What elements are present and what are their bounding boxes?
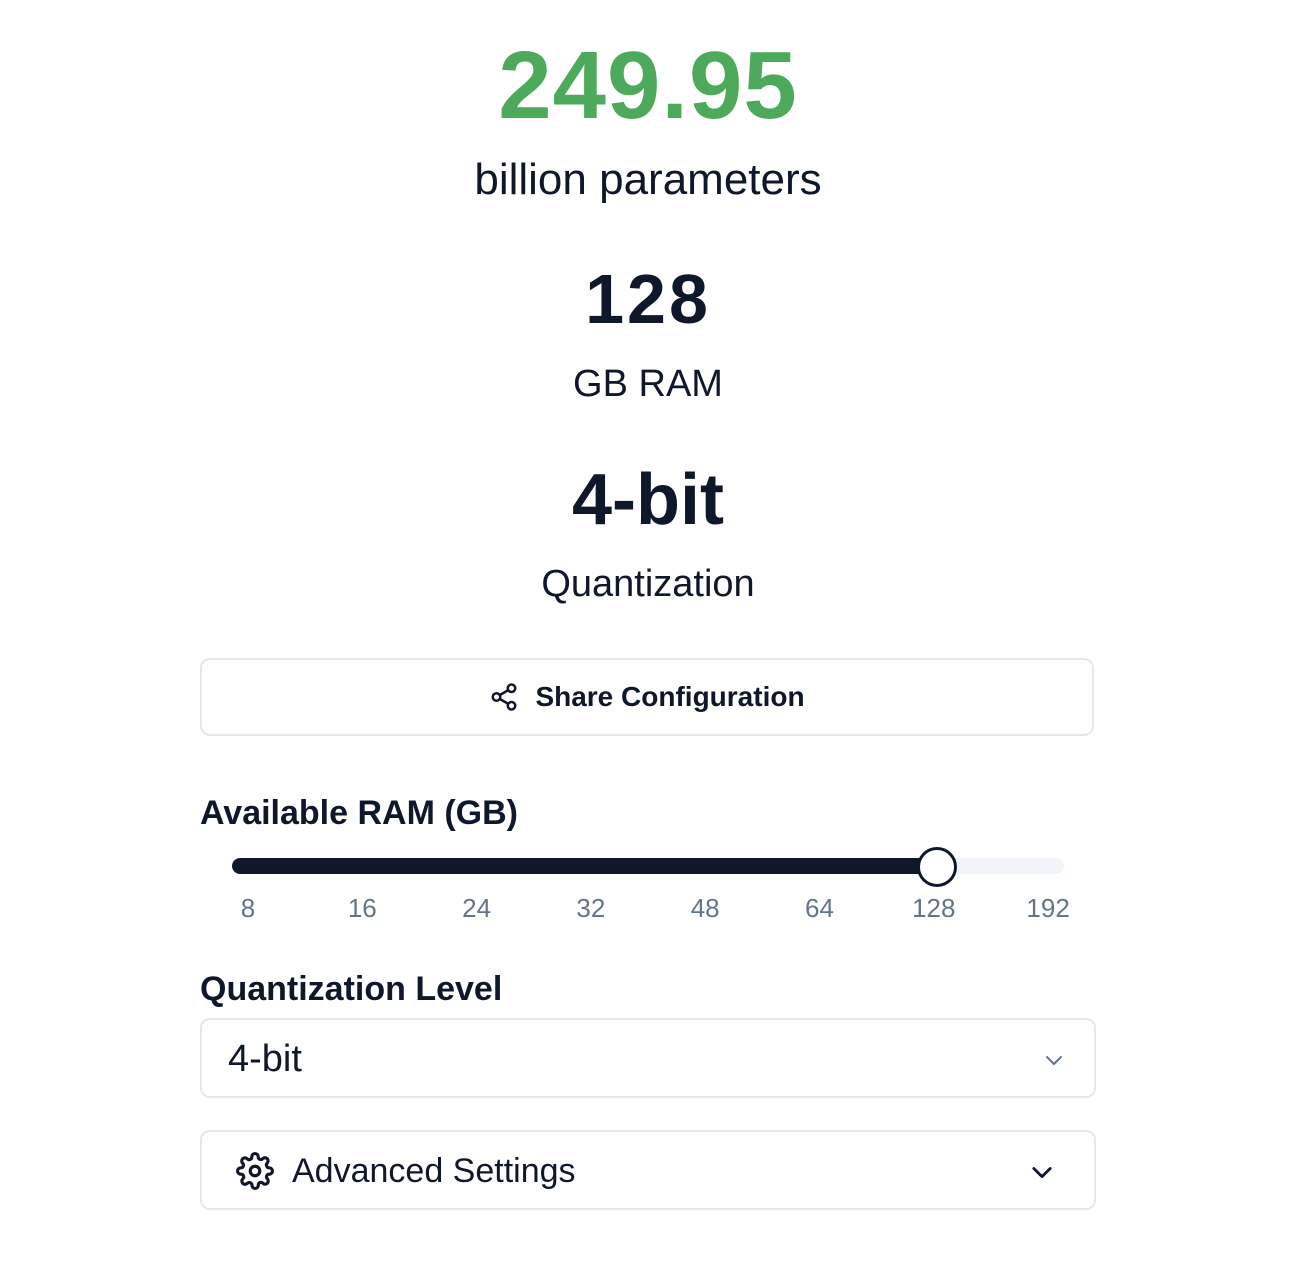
chevron-down-icon [1042, 1048, 1066, 1077]
quantization-level-label: Quantization Level [200, 970, 503, 1008]
ram-slider-thumb[interactable] [916, 847, 957, 887]
ram-tick[interactable]: 24 [462, 893, 491, 924]
share-configuration-label: Share Configuration [535, 681, 805, 712]
quantization-caption: Quantization [541, 563, 755, 605]
ram-tick[interactable]: 48 [691, 893, 720, 924]
parameters-caption: billion parameters [474, 155, 822, 204]
ram-tick[interactable]: 8 [241, 893, 255, 924]
ram-tick[interactable]: 128 [912, 893, 955, 924]
parameters-value: 249.95 [498, 32, 798, 139]
gear-icon [236, 1152, 274, 1195]
available-ram-label: Available RAM (GB) [200, 794, 519, 832]
quantization-select[interactable]: 4-bit [200, 1018, 1096, 1098]
ram-caption: GB RAM [573, 363, 723, 405]
ram-slider-fill [232, 858, 938, 874]
ram-tick[interactable]: 32 [576, 893, 605, 924]
share-icon [489, 682, 519, 712]
ram-slider-track[interactable] [232, 847, 1064, 887]
ram-tick[interactable]: 192 [1026, 893, 1069, 924]
ram-slider-ticks: 8 16 24 32 48 64 128 192 [0, 893, 1306, 933]
quantization-value: 4-bit [572, 460, 724, 540]
ram-value: 128 [585, 260, 711, 338]
ram-tick[interactable]: 16 [348, 893, 377, 924]
quantization-select-value: 4-bit [228, 1038, 302, 1080]
advanced-settings-label: Advanced Settings [292, 1152, 576, 1190]
ram-tick[interactable]: 64 [805, 893, 834, 924]
advanced-settings-toggle[interactable]: Advanced Settings [200, 1130, 1096, 1210]
chevron-down-icon [1028, 1158, 1056, 1191]
share-configuration-button[interactable]: Share Configuration [200, 658, 1094, 736]
